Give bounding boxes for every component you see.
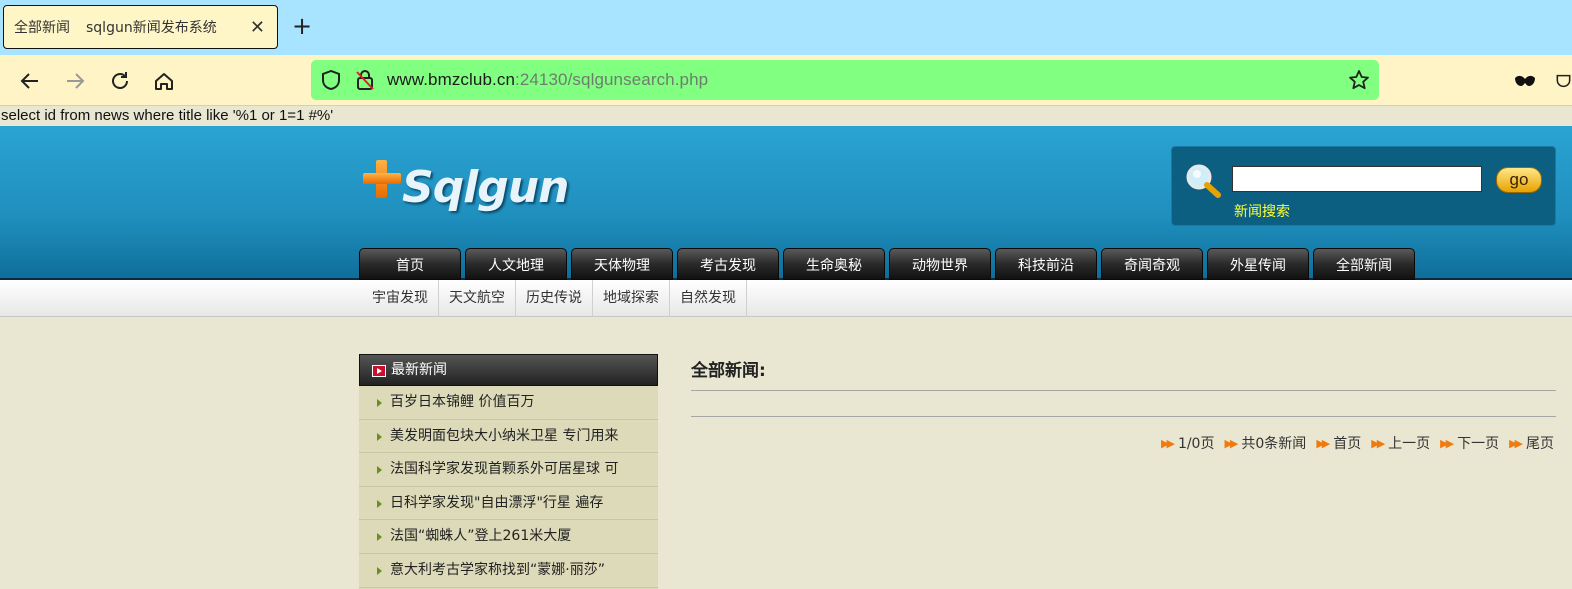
magnifier-icon [1184,163,1224,199]
bookmark-star-icon[interactable] [1347,68,1371,92]
private-mask-icon[interactable] [1511,67,1539,95]
latest-news-header: 最新新闻 [359,354,658,386]
sql-query-output: select id from news where title like '%1… [0,107,1572,126]
url-text[interactable]: www.bmzclub.cn:24130/sqlgunsearch.php [387,70,708,90]
browser-toolbar: www.bmzclub.cn:24130/sqlgunsearch.php [0,55,1572,106]
news-list-item[interactable]: 法国科学家发现首颗系外可居星球 可 [359,453,658,487]
browser-tab[interactable]: 全部新闻 sqlgun新闻发布系统 ✕ [3,5,278,49]
address-bar[interactable]: www.bmzclub.cn:24130/sqlgunsearch.php [311,60,1379,100]
double-arrow-icon: ▶▶ [1440,436,1454,450]
nav-item-astrophysics[interactable]: 天体物理 [571,248,673,280]
news-list-item[interactable]: 意大利考古学家称找到“蒙娜·丽莎” [359,554,658,588]
nav-item-tech-frontier[interactable]: 科技前沿 [995,248,1097,280]
double-arrow-icon: ▶▶ [1316,436,1330,450]
news-list-item[interactable]: 美发明面包块大小纳米卫星 专门用来 [359,420,658,454]
double-arrow-icon: ▶▶ [1509,436,1523,450]
next-page-link[interactable]: 下一页 [1457,433,1499,453]
tab-subtitle: sqlgun新闻发布系统 [86,20,217,36]
bullet-icon [377,399,382,407]
latest-news-panel: 最新新闻 百岁日本锦鲤 价值百万 美发明面包块大小纳米卫星 专门用来 法国科学家… [359,354,658,589]
nav-item-alien-rumors[interactable]: 外星传闻 [1207,248,1309,280]
main-nav: 首页 人文地理 天体物理 考古发现 生命奥秘 动物世界 科技前沿 奇闻奇观 外星… [359,248,1419,280]
forward-arrow-icon[interactable] [61,67,89,95]
double-arrow-icon: ▶▶ [1224,436,1238,450]
shield-icon[interactable] [319,68,343,92]
browser-tab-bar: 全部新闻 sqlgun新闻发布系统 ✕ + [0,0,1572,55]
content-title: 全部新闻: [691,361,766,381]
tab-title: 全部新闻 [14,20,70,36]
subnav-item-regions[interactable]: 地域探索 [593,280,670,317]
url-host: www.bmzclub.cn [387,70,515,89]
news-list-item[interactable]: 百岁日本锦鲤 价值百万 [359,386,658,420]
bullet-icon [377,566,382,575]
news-list-item[interactable]: 法国“蜘蛛人”登上261米大厦 [359,520,658,554]
new-tab-icon[interactable]: + [292,12,312,40]
pocket-icon[interactable] [1555,67,1572,95]
first-page-link[interactable]: 首页 [1333,433,1361,453]
bullet-icon [377,499,382,508]
double-arrow-icon: ▶▶ [1161,436,1175,450]
nav-item-oddities[interactable]: 奇闻奇观 [1101,248,1203,280]
sub-nav: 宇宙发现 天文航空 历史传说 地域探索 自然发现 [0,280,1572,317]
search-panel: go 新闻搜索 [1171,146,1556,226]
insecure-lock-icon[interactable] [353,68,377,92]
divider [691,390,1556,391]
divider [691,416,1556,417]
go-button[interactable]: go [1496,167,1542,193]
nav-item-humanities-geography[interactable]: 人文地理 [465,248,567,280]
search-label: 新闻搜索 [1234,204,1290,220]
prev-page-link[interactable]: 上一页 [1388,433,1430,453]
bullet-icon [377,432,382,441]
nav-item-life-mysteries[interactable]: 生命奥秘 [783,248,885,280]
nav-item-home[interactable]: 首页 [359,248,461,280]
nav-item-archaeology[interactable]: 考古发现 [677,248,779,280]
subnav-item-universe[interactable]: 宇宙发现 [362,280,439,317]
total-count: 共0条新闻 [1241,436,1307,452]
pagination: ▶▶ 1/0页 ▶▶ 共0条新闻 ▶▶ 首页 ▶▶ 上一页 ▶▶ 下一页 ▶▶ … [1151,433,1554,453]
site-header: Sqlgun go 新闻搜索 首页 人文地理 天体物理 考古发现 生命奥秘 动物… [0,126,1572,280]
latest-news-title: 最新新闻 [391,362,447,378]
home-icon[interactable] [150,67,178,95]
search-input[interactable] [1232,166,1482,192]
double-arrow-icon: ▶▶ [1371,436,1385,450]
back-arrow-icon[interactable] [16,67,44,95]
reload-icon[interactable] [106,67,134,95]
play-icon [372,365,386,377]
last-page-link[interactable]: 尾页 [1526,433,1554,453]
page-info: 1/0页 [1177,436,1215,452]
bullet-icon [377,466,382,475]
nav-item-animal-world[interactable]: 动物世界 [889,248,991,280]
url-path: :24130/sqlgunsearch.php [515,70,709,89]
subnav-item-nature[interactable]: 自然发现 [670,280,747,317]
site-logo[interactable]: Sqlgun [360,156,570,226]
logo-text: Sqlgun [402,162,569,213]
news-list-item[interactable]: 日科学家发现"自由漂浮"行星 遍存 [359,487,658,521]
nav-item-all-news[interactable]: 全部新闻 [1313,248,1415,280]
close-tab-icon[interactable]: ✕ [250,17,265,38]
subnav-item-aerospace[interactable]: 天文航空 [439,280,516,317]
subnav-item-history[interactable]: 历史传说 [516,280,593,317]
bullet-icon [377,533,382,542]
